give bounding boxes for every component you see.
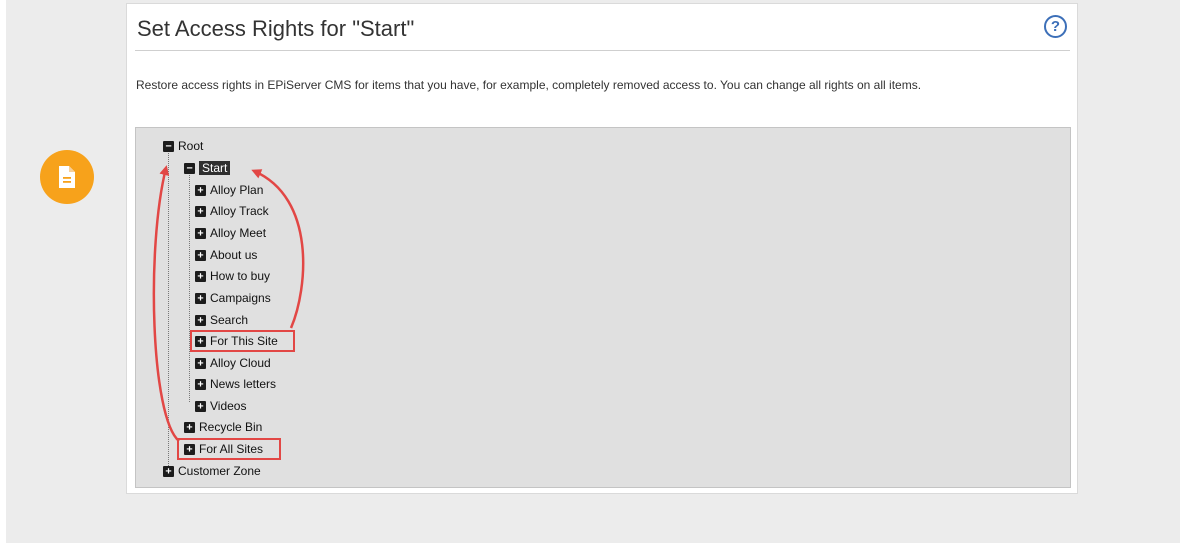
tree-node-alloy-track[interactable]: + Alloy Track <box>195 203 269 219</box>
page-tree: − Root − Start + Alloy Plan + Alloy Trac… <box>135 127 1071 488</box>
expand-toggle-icon[interactable]: + <box>195 292 206 304</box>
tree-node-label-selected: Start <box>199 161 231 175</box>
tree-node-customer-zone[interactable]: + Customer Zone <box>163 463 261 479</box>
tree-guide-start <box>189 172 190 402</box>
tree-node-label: Root <box>178 139 204 153</box>
collapse-toggle-icon[interactable]: − <box>184 162 195 174</box>
access-rights-panel: Set Access Rights for "Start" ? Restore … <box>126 3 1078 494</box>
expand-toggle-icon[interactable]: + <box>195 400 206 412</box>
expand-toggle-icon[interactable]: + <box>195 335 206 347</box>
expand-toggle-icon[interactable]: + <box>195 314 206 326</box>
tree-node-label: Alloy Track <box>210 204 269 218</box>
arrow-for-all-sites-to-root <box>152 165 180 442</box>
tree-guide-root <box>168 151 169 468</box>
tree-node-alloy-cloud[interactable]: + Alloy Cloud <box>195 355 271 371</box>
divider <box>135 50 1070 51</box>
tree-node-for-this-site[interactable]: + For This Site <box>195 333 278 349</box>
tree-node-campaigns[interactable]: + Campaigns <box>195 290 271 306</box>
tree-node-label: About us <box>210 248 258 262</box>
expand-toggle-icon[interactable]: + <box>195 357 206 369</box>
tree-node-label: Customer Zone <box>178 464 261 478</box>
tree-node-news-letters[interactable]: + News letters <box>195 376 276 392</box>
tree-node-for-all-sites[interactable]: + For All Sites <box>184 441 263 457</box>
tree-node-label: For This Site <box>210 334 278 348</box>
tree-node-label: News letters <box>210 377 277 391</box>
document-icon <box>40 150 94 204</box>
help-icon[interactable]: ? <box>1044 15 1067 38</box>
tree-node-label: Campaigns <box>210 291 271 305</box>
expand-toggle-icon[interactable]: + <box>195 249 206 261</box>
tree-node-start[interactable]: − Start <box>184 160 231 176</box>
expand-toggle-icon[interactable]: + <box>195 205 206 217</box>
tree-node-label: Alloy Plan <box>210 183 264 197</box>
expand-toggle-icon[interactable]: + <box>195 184 206 196</box>
tree-node-label: How to buy <box>210 269 271 283</box>
tree-node-search[interactable]: + Search <box>195 312 248 328</box>
tree-node-recycle-bin[interactable]: + Recycle Bin <box>184 419 262 435</box>
tree-node-label: Alloy Cloud <box>210 356 271 370</box>
tree-node-alloy-meet[interactable]: + Alloy Meet <box>195 225 266 241</box>
expand-toggle-icon[interactable]: + <box>184 421 195 433</box>
expand-toggle-icon[interactable]: + <box>184 443 195 455</box>
tree-node-label: Search <box>210 313 249 327</box>
expand-toggle-icon[interactable]: + <box>195 270 206 282</box>
tree-node-label: For All Sites <box>199 442 264 456</box>
tree-node-how-to-buy[interactable]: + How to buy <box>195 268 270 284</box>
collapse-toggle-icon[interactable]: − <box>163 140 174 152</box>
tree-node-root[interactable]: − Root <box>163 138 203 154</box>
expand-toggle-icon[interactable]: + <box>163 465 174 477</box>
expand-toggle-icon[interactable]: + <box>195 227 206 239</box>
tree-node-label: Videos <box>210 399 247 413</box>
tree-node-alloy-plan[interactable]: + Alloy Plan <box>195 182 263 198</box>
callout-arrows <box>152 165 305 442</box>
expand-toggle-icon[interactable]: + <box>195 378 206 390</box>
description-text: Restore access rights in EPiServer CMS f… <box>136 78 922 92</box>
tree-node-label: Recycle Bin <box>199 420 263 434</box>
tree-node-about-us[interactable]: + About us <box>195 247 257 263</box>
page-title: Set Access Rights for "Start" <box>137 16 415 41</box>
tree-node-label: Alloy Meet <box>210 226 267 240</box>
tree-node-videos[interactable]: + Videos <box>195 398 246 414</box>
